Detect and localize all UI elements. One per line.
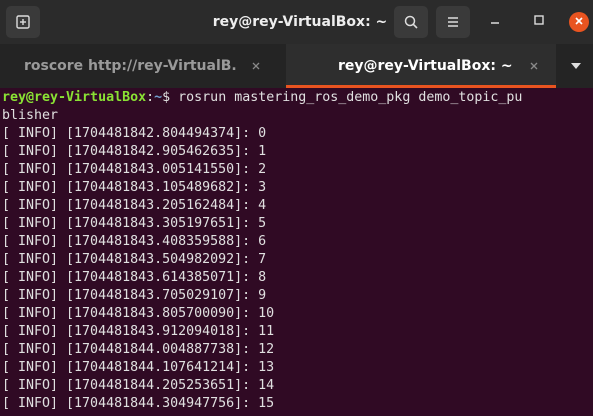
command-line-wrap: blisher [2,108,59,123]
maximize-icon [533,13,545,31]
tab-roscore[interactable]: roscore http://rey-VirtualB... [0,44,286,88]
tab-label: rey@rey-VirtualBox: ~ [338,58,513,74]
prompt-user: rey@rey-VirtualBox [2,90,147,105]
menu-button[interactable] [436,6,470,38]
tab-close-icon[interactable] [248,58,264,74]
output-line: [ INFO] [1704481843.805700090]: 10 [2,306,275,321]
output-line: [ INFO] [1704481844.205253651]: 14 [2,378,275,393]
output-line: [ INFO] [1704481844.004887738]: 12 [2,342,275,357]
tab-rey-home[interactable]: rey@rey-VirtualBox: ~ [286,44,556,88]
prompt-path: ~ [154,90,163,105]
header-bar: rey@rey-VirtualBox: ~ [0,0,593,44]
close-button[interactable] [569,12,589,32]
prompt-symbol: $ [162,90,171,105]
output-line: [ INFO] [1704481843.614385071]: 8 [2,270,267,285]
output-line: [ INFO] [1704481842.804494374]: 0 [2,126,267,141]
tab-label: roscore http://rey-VirtualB... [24,58,238,74]
search-icon [403,14,419,30]
tab-bar: roscore http://rey-VirtualB... rey@rey-V… [0,44,593,88]
command-text: rosrun mastering_ros_demo_pkg demo_topic… [170,90,523,105]
hamburger-menu-icon [445,14,461,30]
new-tab-icon [15,14,31,30]
prompt-separator: : [146,90,155,105]
chevron-down-icon [570,57,582,75]
maximize-button[interactable] [529,12,549,32]
output-line: [ INFO] [1704481842.905462635]: 1 [2,144,267,159]
search-button[interactable] [394,6,428,38]
minimize-icon [489,13,501,31]
output-line: [ INFO] [1704481843.912094018]: 11 [2,324,275,339]
new-tab-button[interactable] [6,6,40,38]
output-line: [ INFO] [1704481843.205162484]: 4 [2,198,267,213]
minimize-button[interactable] [485,12,505,32]
output-line: [ INFO] [1704481843.305197651]: 5 [2,216,267,231]
terminal-window: rey@rey-VirtualBox: ~ roscore http://rey… [0,0,593,416]
output-line: [ INFO] [1704481843.705029107]: 9 [2,288,267,303]
output-line: [ INFO] [1704481844.107641214]: 13 [2,360,275,375]
close-icon [574,13,584,31]
output-line: [ INFO] [1704481843.105489682]: 3 [2,180,267,195]
output-line: [ INFO] [1704481843.504982092]: 7 [2,252,267,267]
output-line: [ INFO] [1704481844.304947756]: 15 [2,396,275,411]
tab-list-dropdown[interactable] [567,58,585,74]
command-line: rey@rey-VirtualBox:~$ rosrun mastering_r… [2,89,522,107]
output-line: [ INFO] [1704481843.005141550]: 2 [2,162,267,177]
terminal-output-area[interactable]: rey@rey-VirtualBox:~$ rosrun mastering_r… [0,88,593,416]
tab-close-icon[interactable] [526,58,542,74]
window-title: rey@rey-VirtualBox: ~ [212,14,388,30]
output-line: [ INFO] [1704481843.408359588]: 6 [2,234,267,249]
